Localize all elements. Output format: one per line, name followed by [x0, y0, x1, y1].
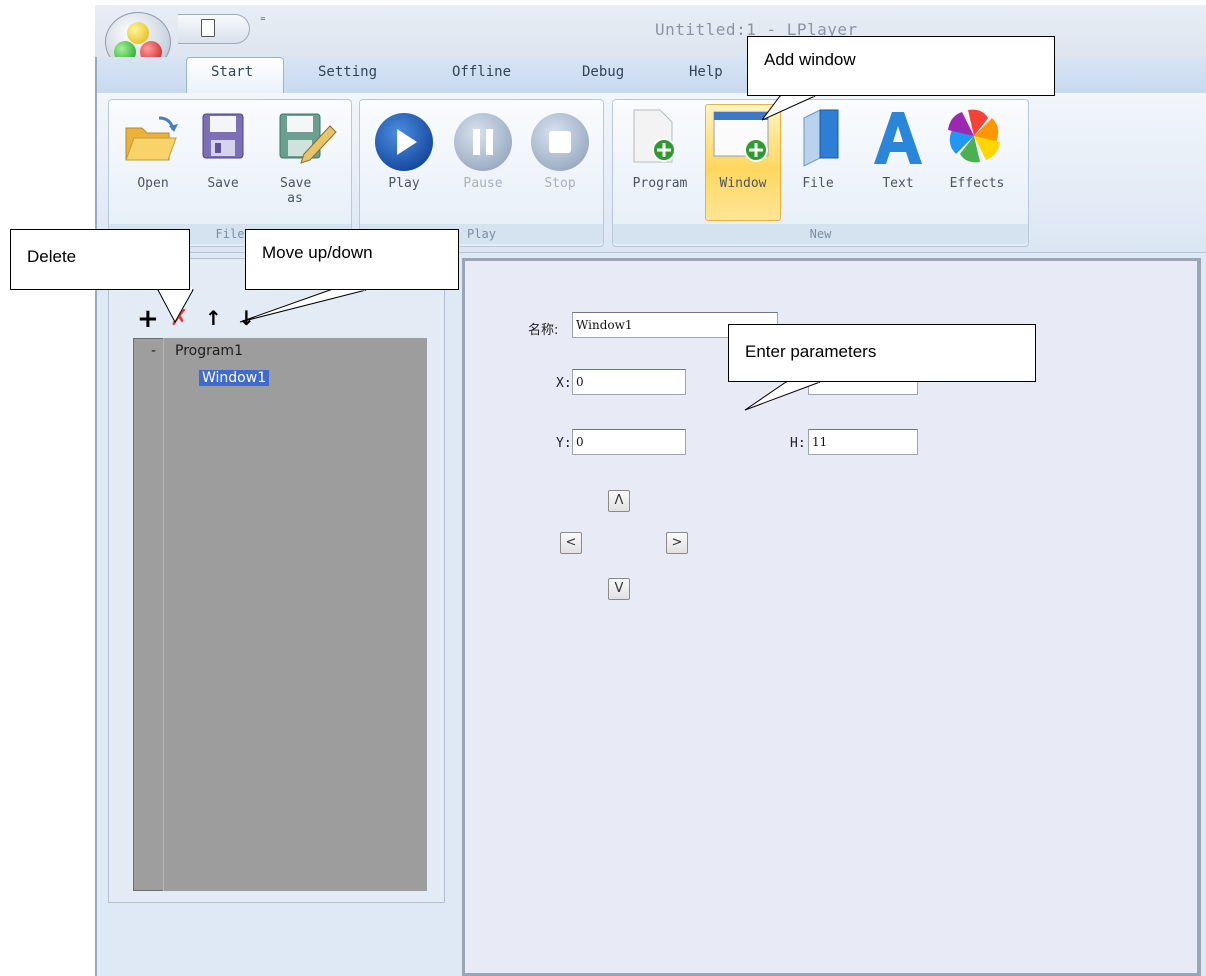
callout-move-up-down: Move up/down: [245, 229, 459, 290]
callout-pointers: [157, 93, 821, 411]
callout-add-window: Add window: [747, 36, 1055, 96]
callout-enter-parameters: Enter parameters: [728, 324, 1036, 382]
callout-delete: Delete: [10, 229, 190, 290]
